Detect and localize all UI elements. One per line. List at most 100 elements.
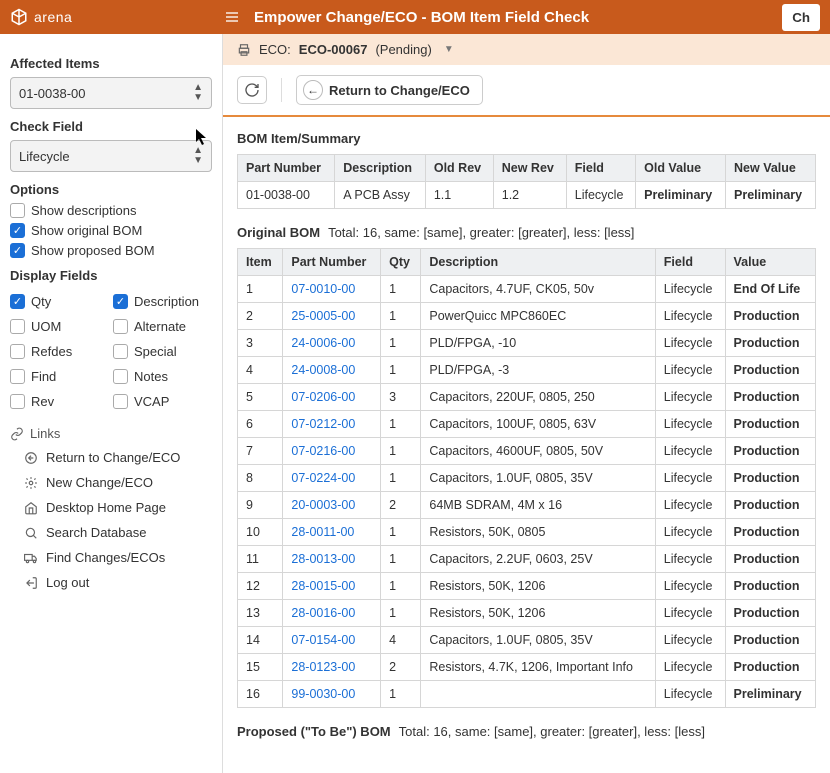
affected-items-label: Affected Items	[10, 56, 212, 71]
return-to-change-button[interactable]: ← Return to Change/ECO	[296, 75, 483, 105]
link-icon	[10, 427, 24, 441]
checkbox-label: Find	[31, 369, 56, 384]
options-label: Options	[10, 182, 212, 197]
checkbox-icon	[113, 369, 128, 384]
brand: arena	[10, 8, 220, 26]
link-desktop-home-page[interactable]: Desktop Home Page	[10, 495, 212, 520]
checkbox-icon: ✓	[10, 243, 25, 258]
display-field-vcap[interactable]: VCAP	[113, 394, 212, 409]
checkbox-label: Special	[134, 344, 177, 359]
part-number-link[interactable]: 07-0206-00	[291, 390, 355, 404]
link-return-to-change-eco[interactable]: Return to Change/ECO	[10, 445, 212, 470]
eco-status: (Pending)	[375, 42, 431, 57]
checkbox-icon	[10, 344, 25, 359]
display-field-alternate[interactable]: Alternate	[113, 319, 212, 334]
col-header: Item	[238, 249, 283, 276]
checkbox-label: UOM	[31, 319, 61, 334]
table-row: 807-0224-001Capacitors, 1.0UF, 0805, 35V…	[238, 465, 816, 492]
display-field-description[interactable]: ✓ Description	[113, 294, 212, 309]
part-number-link[interactable]: 25-0005-00	[291, 309, 355, 323]
table-row: 707-0216-001Capacitors, 4600UF, 0805, 50…	[238, 438, 816, 465]
proposed-bom-heading: Proposed ("To Be") BOMTotal: 16, same: […	[237, 724, 816, 739]
col-header: Description	[335, 155, 426, 182]
checkbox-icon: ✓	[10, 294, 25, 309]
link-find-changes-ecos[interactable]: Find Changes/ECOs	[10, 545, 212, 570]
part-number-link[interactable]: 07-0010-00	[291, 282, 355, 296]
col-header: New Rev	[493, 155, 566, 182]
brand-name: arena	[34, 9, 72, 25]
check-field-label: Check Field	[10, 119, 212, 134]
check-field-select[interactable]: Lifecycle ▲▼	[10, 140, 212, 172]
display-field-uom[interactable]: UOM	[10, 319, 109, 334]
part-number-link[interactable]: 24-0008-00	[291, 363, 355, 377]
checkbox-label: Rev	[31, 394, 54, 409]
display-field-notes[interactable]: Notes	[113, 369, 212, 384]
checkbox-label: Refdes	[31, 344, 72, 359]
original-bom-heading: Original BOMTotal: 16, same: [same], gre…	[237, 225, 816, 240]
table-row: 1328-0016-001Resistors, 50K, 1206Lifecyc…	[238, 600, 816, 627]
display-field-special[interactable]: Special	[113, 344, 212, 359]
link-log-out[interactable]: Log out	[10, 570, 212, 595]
display-field-find[interactable]: Find	[10, 369, 109, 384]
original-bom-table: ItemPart NumberQtyDescriptionFieldValue …	[237, 248, 816, 708]
checkbox-label: Show descriptions	[31, 203, 137, 218]
part-number-link[interactable]: 28-0011-00	[291, 525, 354, 539]
col-header: New Value	[726, 155, 816, 182]
chevron-updown-icon: ▲▼	[193, 146, 203, 166]
col-header: Description	[421, 249, 655, 276]
option-show-proposed-bom[interactable]: ✓Show proposed BOM	[10, 243, 212, 258]
affected-items-select[interactable]: 01-0038-00 ▲▼	[10, 77, 212, 109]
refresh-icon	[244, 82, 260, 98]
part-number-link[interactable]: 07-0154-00	[291, 633, 355, 647]
link-label: Return to Change/ECO	[46, 450, 180, 465]
col-header: Old Rev	[425, 155, 493, 182]
divider	[281, 78, 282, 102]
option-show-original-bom[interactable]: ✓Show original BOM	[10, 223, 212, 238]
table-row: 1028-0011-001Resistors, 50K, 0805Lifecyc…	[238, 519, 816, 546]
part-number-link[interactable]: 99-0030-00	[291, 687, 355, 701]
summary-row: 01-0038-00 A PCB Assy 1.1 1.2 Lifecycle …	[238, 182, 816, 209]
option-show-descriptions[interactable]: Show descriptions	[10, 203, 212, 218]
table-row: 424-0008-001PLD/FPGA, -3LifecycleProduct…	[238, 357, 816, 384]
display-field-rev[interactable]: Rev	[10, 394, 109, 409]
checkbox-icon	[10, 203, 25, 218]
checkbox-icon	[10, 369, 25, 384]
part-number-link[interactable]: 20-0003-00	[291, 498, 355, 512]
link-new-change-eco[interactable]: New Change/ECO	[10, 470, 212, 495]
top-right-button[interactable]: Ch	[782, 4, 820, 31]
link-label: Log out	[46, 575, 89, 590]
arena-logo-icon	[10, 8, 28, 26]
part-number-link[interactable]: 07-0224-00	[291, 471, 355, 485]
part-number-link[interactable]: 28-0016-00	[291, 606, 355, 620]
col-header: Part Number	[283, 249, 381, 276]
print-icon[interactable]	[237, 43, 251, 57]
part-number-link[interactable]: 24-0006-00	[291, 336, 355, 350]
checkbox-label: Description	[134, 294, 199, 309]
link-search-database[interactable]: Search Database	[10, 520, 212, 545]
part-number-link[interactable]: 07-0216-00	[291, 444, 355, 458]
display-fields-label: Display Fields	[10, 268, 212, 283]
menu-toggle-icon[interactable]	[220, 5, 244, 29]
part-number-link[interactable]: 28-0015-00	[291, 579, 355, 593]
checkbox-icon	[113, 319, 128, 334]
table-row: 107-0010-001Capacitors, 4.7UF, CK05, 50v…	[238, 276, 816, 303]
display-field-qty[interactable]: ✓ Qty	[10, 294, 109, 309]
main-panel: ECO: ECO-00067 (Pending) ▼ ← Return to C…	[222, 34, 830, 773]
links-heading: Links	[10, 426, 212, 441]
eco-prefix: ECO:	[259, 42, 291, 57]
part-number-link[interactable]: 28-0123-00	[291, 660, 355, 674]
affected-items-value: 01-0038-00	[19, 86, 86, 101]
col-header: Field	[566, 155, 635, 182]
part-number-link[interactable]: 28-0013-00	[291, 552, 355, 566]
checkbox-icon: ✓	[113, 294, 128, 309]
page-title: Empower Change/ECO - BOM Item Field Chec…	[254, 9, 774, 26]
display-field-refdes[interactable]: Refdes	[10, 344, 109, 359]
refresh-button[interactable]	[237, 76, 267, 104]
table-row: 1699-0030-001LifecyclePreliminary	[238, 681, 816, 708]
table-row: 1228-0015-001Resistors, 50K, 1206Lifecyc…	[238, 573, 816, 600]
part-number-link[interactable]: 07-0212-00	[291, 417, 355, 431]
checkbox-label: Alternate	[134, 319, 186, 334]
checkbox-label: Qty	[31, 294, 51, 309]
col-header: Part Number	[238, 155, 335, 182]
chevron-down-icon[interactable]: ▼	[444, 44, 454, 55]
